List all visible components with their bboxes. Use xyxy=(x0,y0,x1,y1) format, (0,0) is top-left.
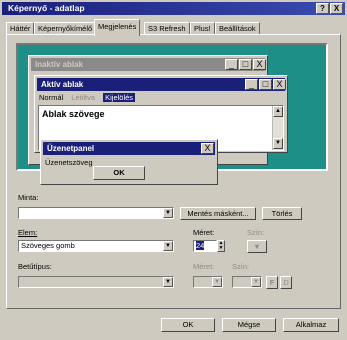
preview-menu-bar: Normál Letiltva Kijelölés xyxy=(39,93,141,102)
ok-button[interactable]: OK xyxy=(161,318,215,332)
close-button[interactable]: X xyxy=(330,3,343,14)
appearance-preview[interactable]: Inaktív ablak _ □ X Aktív ablak _ □ X No… xyxy=(16,43,328,185)
item-label: Elem: xyxy=(18,228,38,237)
size-label: Méret: xyxy=(193,228,215,237)
inactive-window-title: Inaktív ablak xyxy=(35,60,84,69)
color-label: Szín: xyxy=(247,228,265,237)
message-box-title: Üzenetpanel xyxy=(47,144,95,153)
menu-disabled: Letiltva xyxy=(71,93,96,102)
font-color-label: Szín: xyxy=(232,262,250,271)
scroll-up-icon: ▲ xyxy=(273,106,283,117)
italic-button[interactable]: D xyxy=(280,276,292,289)
maximize-icon: □ xyxy=(259,79,272,90)
menu-normal: Normál xyxy=(39,93,64,102)
font-label: Betűtípus: xyxy=(18,262,52,271)
size-value: 24 xyxy=(196,241,205,250)
close-icon: X xyxy=(273,79,286,90)
bold-button[interactable]: F xyxy=(266,276,278,289)
chevron-down-icon[interactable]: ▼ xyxy=(251,277,261,287)
item-value: Szöveges gomb xyxy=(21,241,75,250)
scheme-dropdown[interactable]: ▼ xyxy=(18,207,174,219)
message-box-text: Üzenetszöveg xyxy=(45,158,93,167)
save-as-button[interactable]: Mentés másként... xyxy=(180,207,256,220)
tab-appearance[interactable]: Megjelenés xyxy=(94,19,141,36)
apply-button[interactable]: Alkalmaz xyxy=(283,318,339,332)
font-size-dropdown[interactable]: ▼ xyxy=(193,276,223,288)
cancel-button[interactable]: Mégse xyxy=(222,318,276,332)
chevron-down-icon[interactable]: ▼ xyxy=(163,208,173,218)
help-button[interactable]: ? xyxy=(316,3,329,14)
delete-button[interactable]: Törlés xyxy=(262,207,302,220)
preview-scrollbar: ▲ ▼ xyxy=(272,106,283,150)
size-spinner[interactable]: ▲ ▼ xyxy=(217,240,225,252)
close-icon: X xyxy=(201,143,214,154)
chevron-down-icon[interactable]: ▼ xyxy=(163,241,173,251)
maximize-icon: □ xyxy=(239,59,252,70)
title-bar[interactable]: Képernyő - adatlap ? X xyxy=(2,2,345,15)
message-box-title-bar: Üzenetpanel xyxy=(43,142,215,155)
window-text: Ablak szövege xyxy=(42,109,105,119)
message-box-preview[interactable]: Üzenetpanel X Üzenetszöveg OK xyxy=(40,139,218,185)
display-properties-window: Képernyő - adatlap ? X Háttér Képernyőkí… xyxy=(0,0,347,340)
chevron-down-icon[interactable]: ▼ xyxy=(163,277,173,287)
window-title: Képernyő - adatlap xyxy=(8,3,85,13)
minimize-icon: _ xyxy=(225,59,238,70)
chevron-down-icon[interactable]: ▼ xyxy=(212,277,222,287)
font-dropdown[interactable]: ▼ xyxy=(18,276,174,288)
menu-selected: Kijelölés xyxy=(103,93,136,102)
color-picker-button[interactable]: ▼ xyxy=(247,240,267,253)
chevron-down-icon: ▼ xyxy=(253,242,261,251)
size-input[interactable]: 24 xyxy=(193,240,217,252)
item-dropdown[interactable]: Szöveges gomb ▼ xyxy=(18,240,174,252)
font-size-label: Méret: xyxy=(193,262,215,271)
font-color-dropdown[interactable]: ▼ xyxy=(232,276,262,288)
message-box-ok-button: OK xyxy=(93,166,145,180)
close-icon: X xyxy=(253,59,266,70)
scheme-label: Minta: xyxy=(18,193,39,202)
active-window-title: Aktív ablak xyxy=(41,80,84,89)
minimize-icon: _ xyxy=(245,79,258,90)
scroll-down-icon: ▼ xyxy=(273,138,283,149)
